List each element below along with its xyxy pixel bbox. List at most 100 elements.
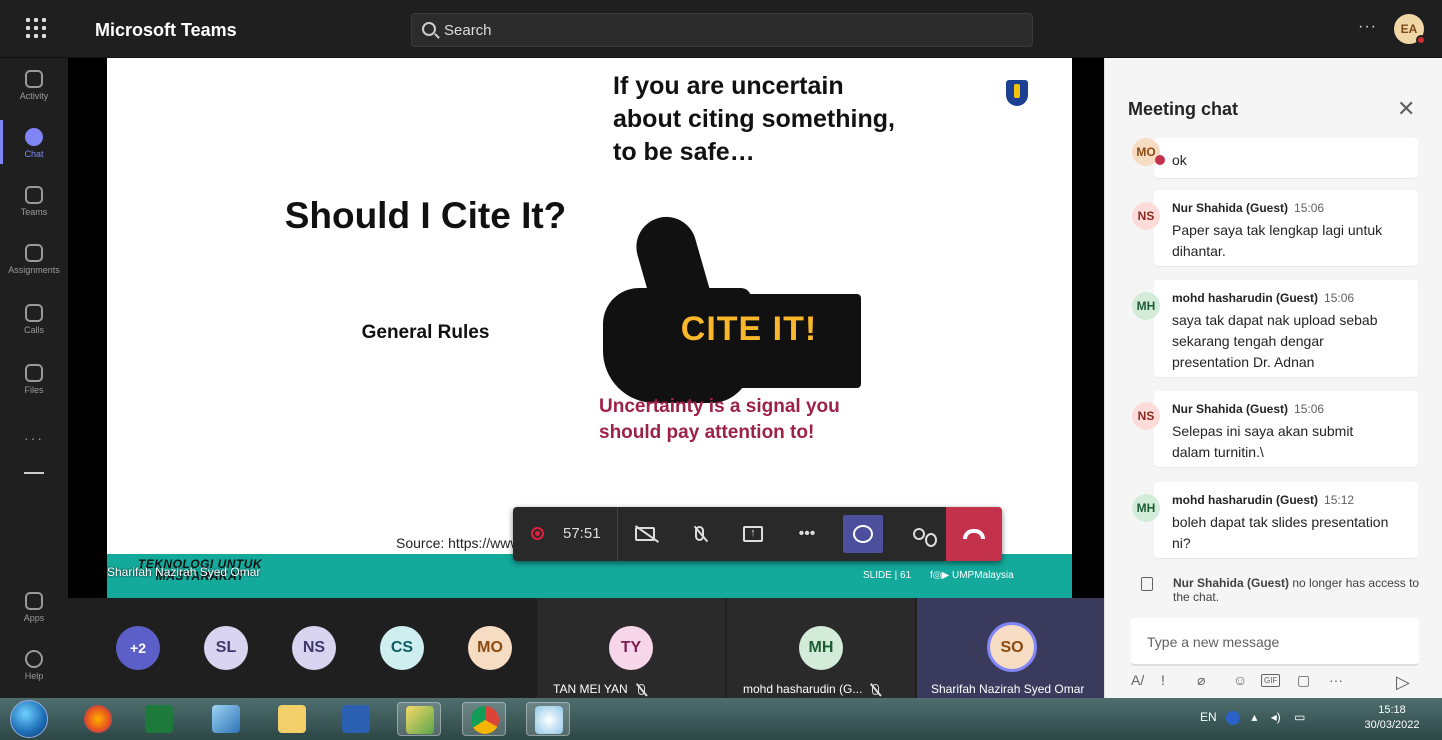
rail-label: Files <box>24 385 44 395</box>
meeting-chat-panel: Meeting chat ✕ ok MO Nur Shahida (Guest)… <box>1104 58 1442 698</box>
network-icon[interactable]: ▴ <box>1251 710 1257 724</box>
app-launcher-icon[interactable] <box>26 18 46 38</box>
more-options-button[interactable]: ··· <box>1358 18 1377 36</box>
close-chat-button[interactable]: ✕ <box>1397 96 1415 122</box>
participant-avatar[interactable]: MO <box>468 626 512 670</box>
important-icon[interactable]: ! <box>1161 672 1165 688</box>
teams-icon <box>25 186 43 204</box>
taskbar-excel[interactable] <box>137 702 181 736</box>
rail-item-assignments[interactable]: Assignments <box>0 244 68 275</box>
help-icon[interactable] <box>1226 710 1241 725</box>
show-conversation-button[interactable] <box>843 515 883 553</box>
rail-divider <box>24 472 44 474</box>
taskbar-firefox[interactable] <box>76 702 120 736</box>
taskbar-teams[interactable] <box>397 702 441 736</box>
camera-toggle-button[interactable] <box>625 515 665 553</box>
rail-item-calls[interactable]: Calls <box>0 304 68 335</box>
participant-avatar: TY <box>609 626 653 670</box>
message-author: Nur Shahida (Guest) <box>1172 201 1289 215</box>
folder-icon <box>278 705 306 733</box>
show-participants-button[interactable] <box>899 515 939 553</box>
leave-call-button[interactable] <box>946 507 1002 561</box>
message-header: mohd hasharudin (Guest) 15:12 <box>1172 493 1354 507</box>
more-compose-options-button[interactable]: ··· <box>1329 672 1343 688</box>
compose-message-input[interactable]: Type a new message <box>1131 618 1419 666</box>
participant-tile[interactable]: MH mohd hasharudin (G... <box>727 598 915 698</box>
rail-item-chat[interactable]: Chat <box>0 128 68 159</box>
app-icon <box>212 705 240 733</box>
rail-item-apps[interactable]: Apps <box>0 592 68 623</box>
assignments-icon <box>25 244 43 262</box>
mic-toggle-button[interactable] <box>679 515 719 553</box>
message-header: Nur Shahida (Guest) 15:06 <box>1172 201 1324 215</box>
sticker-icon[interactable]: ▢ <box>1297 672 1310 689</box>
rail-label: Chat <box>24 149 44 159</box>
rail-label: Calls <box>23 325 44 335</box>
send-button[interactable]: ▷ <box>1396 672 1410 693</box>
action-center-icon[interactable]: ▭ <box>1294 710 1305 724</box>
taskbar-word[interactable] <box>334 702 378 736</box>
mic-off-icon <box>637 684 645 696</box>
message-header: mohd hasharudin (Guest) 15:06 <box>1172 291 1354 305</box>
participant-avatar[interactable]: SL <box>204 626 248 670</box>
system-message: Nur Shahida (Guest) no longer has access… <box>1173 576 1421 604</box>
message-text: saya tak dapat nak upload sebab sekarang… <box>1172 312 1378 370</box>
phone-icon <box>25 304 43 322</box>
file-icon <box>25 364 43 382</box>
chat-icon <box>853 524 873 543</box>
message-header: Nur Shahida (Guest) 15:06 <box>1172 402 1324 416</box>
chat-icon <box>25 128 43 146</box>
format-icon[interactable]: A/ <box>1131 672 1144 688</box>
rail-more-apps-button[interactable]: ··· <box>0 430 68 446</box>
start-button[interactable] <box>10 700 48 738</box>
rail-item-help[interactable]: Help <box>0 650 68 681</box>
chat-message: Nur Shahida (Guest) 15:06 Selepas ini say… <box>1154 391 1418 467</box>
rail-item-teams[interactable]: Teams <box>0 186 68 217</box>
bell-icon <box>25 70 43 88</box>
share-button[interactable]: ↑ <box>733 515 773 553</box>
taskbar: EN ▴ ◂) ▭ 15:18 30/03/2022 <box>0 698 1442 740</box>
search-input[interactable]: Search <box>411 13 1033 47</box>
emoji-icon[interactable]: ☺ <box>1233 672 1247 688</box>
message-time: 15:12 <box>1324 493 1355 507</box>
taskbar-clock[interactable]: 15:18 30/03/2022 <box>1352 703 1432 733</box>
message-time: 15:06 <box>1294 402 1325 416</box>
chrome-icon <box>471 706 499 734</box>
rail-label: Apps <box>23 613 45 623</box>
chat-avatar: MH <box>1132 494 1160 522</box>
more-actions-button[interactable]: ••• <box>787 515 827 553</box>
gif-icon[interactable]: GIF <box>1261 674 1281 687</box>
mic-off-icon <box>694 526 704 542</box>
taskbar-app[interactable] <box>204 702 248 736</box>
camera-off-icon <box>635 526 655 541</box>
participant-avatar[interactable]: CS <box>380 626 424 670</box>
access-removed-icon <box>1141 577 1153 591</box>
word-icon <box>342 705 370 733</box>
taskbar-chrome[interactable] <box>462 702 506 736</box>
participant-name: TAN MEI YAN <box>553 682 628 696</box>
participant-avatar: MH <box>799 626 843 670</box>
people-icon <box>913 527 937 547</box>
participant-avatar[interactable]: NS <box>292 626 336 670</box>
participant-tile[interactable]: TY TAN MEI YAN <box>537 598 725 698</box>
apps-icon <box>25 592 43 610</box>
taskbar-file-explorer[interactable] <box>270 702 314 736</box>
thumbs-up-illustration: CITE IT! <box>601 198 866 403</box>
rail-item-activity[interactable]: Activity <box>0 70 68 101</box>
profile-avatar[interactable]: EA <box>1394 14 1426 45</box>
language-indicator[interactable]: EN <box>1200 710 1217 724</box>
call-controls: 57:51 ↑ ••• <box>513 507 1002 561</box>
title-bar: Microsoft Teams Search ··· EA <box>0 0 1442 58</box>
search-placeholder: Search <box>444 22 492 39</box>
participant-name-row: TAN MEI YAN <box>553 682 645 696</box>
cite-it-label: CITE IT! <box>680 310 818 348</box>
attach-icon[interactable]: ⌀ <box>1197 672 1205 689</box>
rail-item-files[interactable]: Files <box>0 364 68 395</box>
participant-tile-speaking[interactable]: SO Sharifah Nazirah Syed Omar <box>917 598 1104 698</box>
clock-time: 15:18 <box>1378 704 1406 716</box>
more-participants-button[interactable]: +2 <box>116 626 160 670</box>
taskbar-paint[interactable] <box>526 702 570 736</box>
chat-avatar: MH <box>1132 292 1160 320</box>
volume-icon[interactable]: ◂) <box>1271 710 1281 724</box>
chat-avatar: NS <box>1132 202 1160 230</box>
